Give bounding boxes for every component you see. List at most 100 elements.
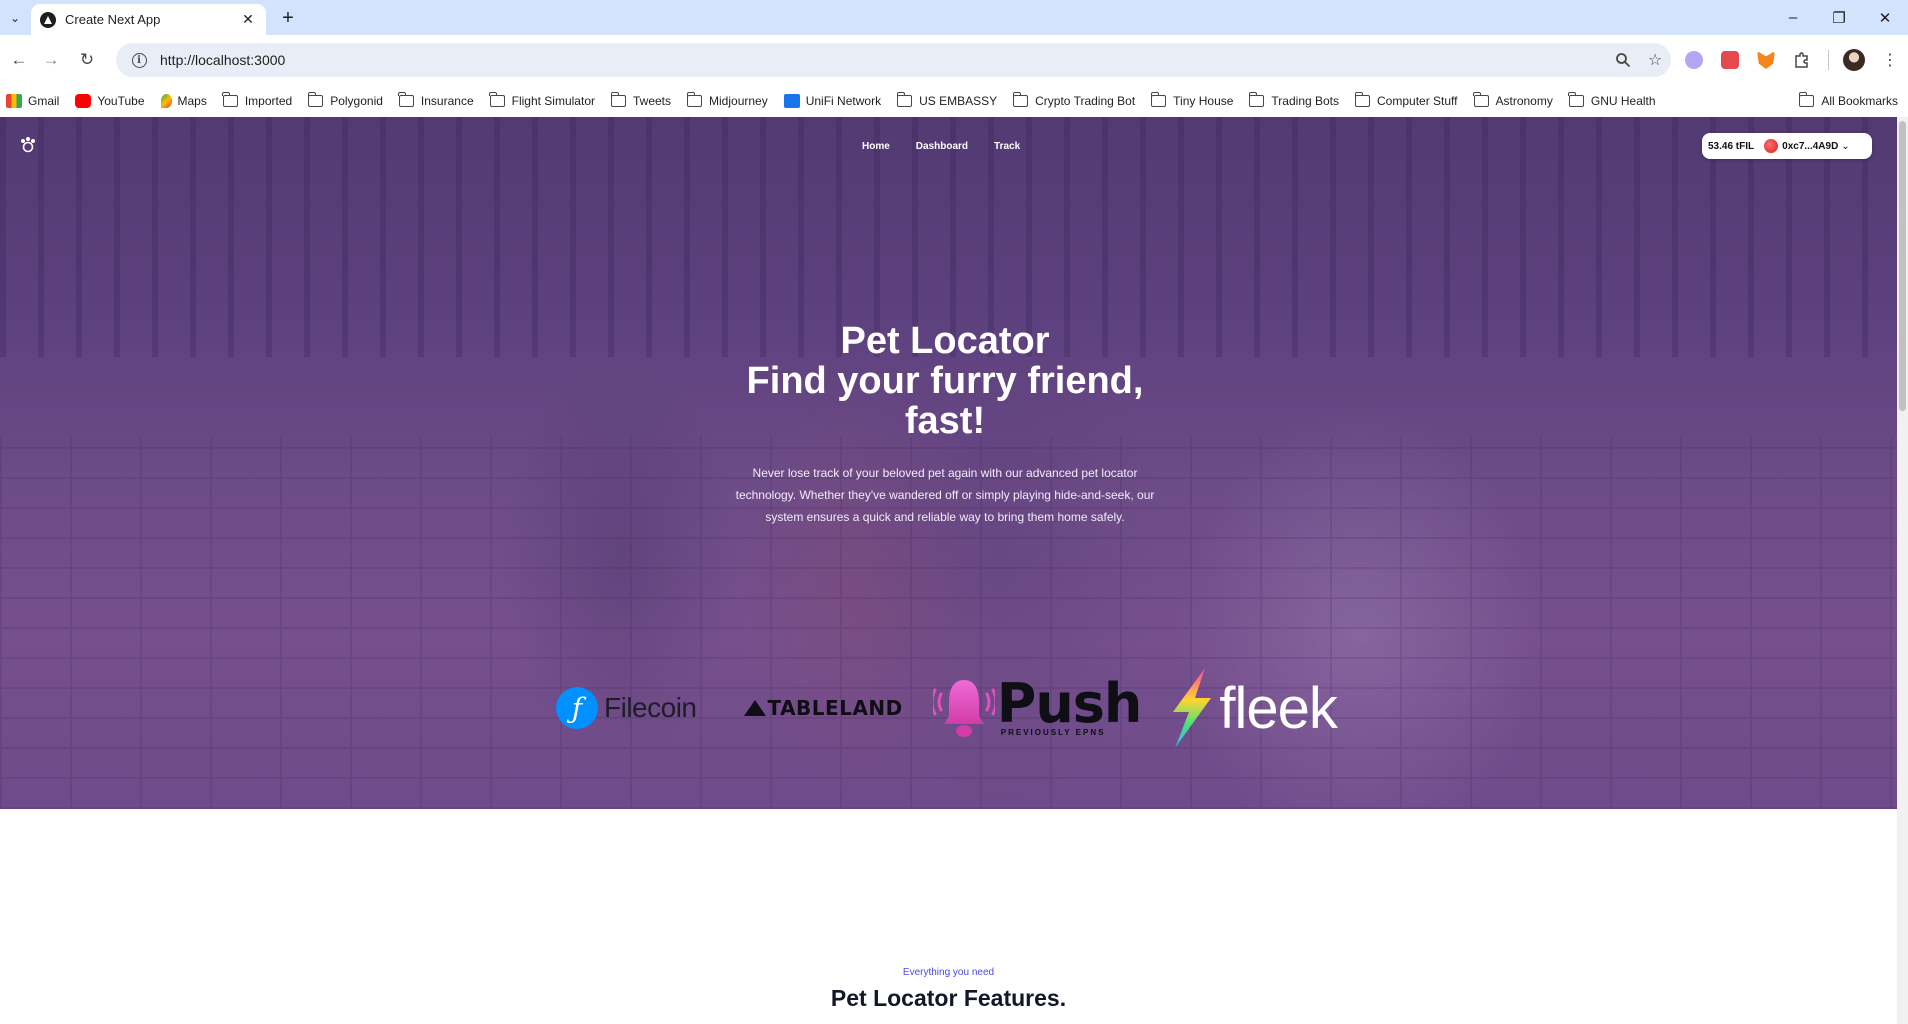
tab-close-icon[interactable]: ✕ bbox=[239, 11, 257, 29]
folder-icon bbox=[489, 92, 505, 107]
folder-icon bbox=[1798, 92, 1815, 107]
extension-red-icon[interactable] bbox=[1712, 51, 1748, 69]
bookmark-label: YouTube bbox=[97, 94, 145, 108]
folder-icon bbox=[1012, 92, 1029, 107]
hero-title: Pet Locator Find your furry friend, fast… bbox=[660, 321, 1230, 441]
bookmark-label: Astronomy bbox=[1495, 94, 1553, 108]
bookmark-polygonid[interactable]: Polygonid bbox=[307, 92, 383, 108]
address-url[interactable]: http://localhost:3000 bbox=[160, 52, 1607, 68]
partner-logos: ƒ Filecoin TABLELAND Push PREVIOUSLY EPN… bbox=[556, 668, 1338, 748]
page-scrollbar[interactable] bbox=[1897, 117, 1908, 1024]
filecoin-logo: ƒ Filecoin bbox=[556, 687, 697, 729]
bookmark-label: GNU Health bbox=[1590, 94, 1656, 108]
fleek-logo: fleek bbox=[1165, 668, 1338, 748]
nav-dashboard-link[interactable]: Dashboard bbox=[916, 141, 968, 152]
features-title: Pet Locator Features. bbox=[830, 985, 1067, 1011]
bookmark-unifi-network[interactable]: UniFi Network bbox=[783, 94, 882, 108]
nextjs-favicon-icon bbox=[40, 11, 56, 28]
bookmarks-bar: Gmail YouTube Maps Imported Polygonid Insuran… bbox=[0, 85, 1908, 117]
hero-description: Never lose track of your beloved pet aga… bbox=[735, 466, 1155, 524]
bookmark-astronomy[interactable]: Astronomy bbox=[1473, 92, 1553, 108]
all-bookmarks-folder[interactable]: All Bookmarks bbox=[1798, 85, 1898, 117]
bookmark-us-embassy[interactable]: US EMBASSY bbox=[896, 92, 997, 108]
bookmark-insurance[interactable]: Insurance bbox=[398, 92, 474, 108]
bookmark-label: Flight Simulator bbox=[511, 94, 595, 108]
profile-avatar[interactable] bbox=[1836, 49, 1872, 71]
bookmark-youtube[interactable]: YouTube bbox=[75, 94, 145, 108]
scrollbar-thumb[interactable] bbox=[1899, 121, 1906, 411]
wallet-account[interactable]: 0xc7...4A9D ⌄ bbox=[1764, 139, 1850, 153]
bookmark-gnu-health[interactable]: GNU Health bbox=[1568, 92, 1656, 108]
bookmark-crypto-trading-bot[interactable]: Crypto Trading Bot bbox=[1012, 92, 1136, 108]
tableland-wordmark: TABLELAND bbox=[767, 696, 903, 720]
nav-home-link[interactable]: Home bbox=[862, 141, 890, 152]
back-arrow-icon[interactable]: ← bbox=[6, 47, 32, 73]
forward-arrow-icon[interactable]: → bbox=[38, 47, 64, 73]
metamask-fox-icon[interactable] bbox=[1748, 51, 1784, 69]
wallet-connect-button[interactable]: 53.46 tFIL 0xc7...4A9D ⌄ bbox=[1702, 133, 1872, 159]
folder-icon bbox=[686, 92, 703, 107]
hero-title-line-3: fast! bbox=[904, 400, 986, 442]
push-logo: Push PREVIOUSLY EPNS bbox=[932, 671, 1143, 744]
browser-tab-strip: ⌄ Create Next App ✕ + – ❐ ✕ bbox=[0, 0, 1908, 35]
bookmark-label: Tiny House bbox=[1173, 94, 1234, 108]
site-info-icon[interactable]: i bbox=[124, 52, 154, 68]
hero-section: Home Dashboard Track 53.46 tFIL 0xc7...4… bbox=[0, 117, 1897, 809]
bookmark-label: Crypto Trading Bot bbox=[1035, 94, 1136, 108]
tab-search-chevron-icon[interactable]: ⌄ bbox=[4, 7, 26, 29]
main-nav: Home Dashboard Track bbox=[862, 141, 1046, 152]
tab-create-next-app[interactable]: Create Next App ✕ bbox=[31, 4, 266, 35]
folder-icon bbox=[1354, 92, 1371, 107]
extensions-puzzle-icon[interactable] bbox=[1784, 51, 1820, 69]
zoom-magnifier-icon[interactable] bbox=[1607, 52, 1639, 68]
browser-menu-kebab-icon[interactable]: ⋮ bbox=[1872, 50, 1908, 70]
bookmark-gmail[interactable]: Gmail bbox=[6, 94, 59, 108]
tableland-triangle-icon bbox=[744, 700, 767, 716]
bookmark-label: UniFi Network bbox=[805, 94, 882, 108]
restore-button[interactable]: ❐ bbox=[1816, 0, 1862, 35]
nav-track-link[interactable]: Track bbox=[994, 141, 1020, 152]
wallet-address: 0xc7...4A9D bbox=[1782, 140, 1839, 152]
unifi-icon bbox=[783, 94, 800, 108]
all-bookmarks-label: All Bookmarks bbox=[1821, 94, 1898, 108]
bookmark-label: Gmail bbox=[28, 94, 60, 108]
bookmark-trading-bots[interactable]: Trading Bots bbox=[1248, 92, 1339, 108]
close-window-button[interactable]: ✕ bbox=[1862, 0, 1908, 35]
bookmark-star-icon[interactable]: ☆ bbox=[1639, 50, 1671, 70]
bookmark-maps[interactable]: Maps bbox=[160, 94, 207, 108]
bookmark-flight-simulator[interactable]: Flight Simulator bbox=[489, 92, 595, 108]
reload-icon[interactable]: ↻ bbox=[74, 47, 100, 73]
folder-icon bbox=[1150, 92, 1167, 107]
bookmark-label: Polygonid bbox=[330, 94, 383, 108]
browser-toolbar: ← → ↻ i http://localhost:3000 ☆ ⋮ bbox=[0, 35, 1908, 85]
bookmark-midjourney[interactable]: Midjourney bbox=[686, 92, 768, 108]
filecoin-icon: ƒ bbox=[556, 687, 598, 729]
bookmark-label: Imported bbox=[244, 94, 293, 108]
bookmark-computer-stuff[interactable]: Computer Stuff bbox=[1354, 92, 1458, 108]
push-text: Push PREVIOUSLY EPNS bbox=[996, 671, 1143, 737]
wallet-avatar bbox=[1764, 139, 1779, 153]
toolbar-divider bbox=[1820, 50, 1836, 70]
address-bar[interactable]: i http://localhost:3000 ☆ bbox=[116, 43, 1671, 77]
gmail-icon bbox=[6, 94, 22, 108]
tableland-logo: TABLELAND bbox=[744, 696, 902, 720]
maps-icon bbox=[160, 94, 172, 108]
push-wordmark: Push bbox=[996, 671, 1143, 735]
bookmark-tiny-house[interactable]: Tiny House bbox=[1150, 92, 1234, 108]
folder-icon bbox=[896, 92, 913, 107]
push-subtitle: PREVIOUSLY EPNS bbox=[1000, 727, 1106, 737]
bookmark-label: Insurance bbox=[420, 94, 474, 108]
bookmark-imported[interactable]: Imported bbox=[222, 92, 293, 108]
extensions-area: ⋮ bbox=[1676, 43, 1908, 77]
bookmark-tweets[interactable]: Tweets bbox=[610, 92, 671, 108]
folder-icon bbox=[610, 92, 626, 107]
bookmark-label: Midjourney bbox=[709, 94, 768, 108]
features-eyebrow: Everything you need bbox=[902, 967, 995, 978]
paw-logo-icon[interactable] bbox=[18, 135, 38, 155]
bookmark-label: Maps bbox=[177, 94, 207, 108]
minimize-button[interactable]: – bbox=[1770, 0, 1816, 35]
push-bell-icon bbox=[932, 680, 995, 737]
extension-purple-icon[interactable] bbox=[1676, 51, 1712, 69]
new-tab-plus-icon[interactable]: + bbox=[276, 6, 300, 30]
folder-icon bbox=[222, 92, 238, 107]
